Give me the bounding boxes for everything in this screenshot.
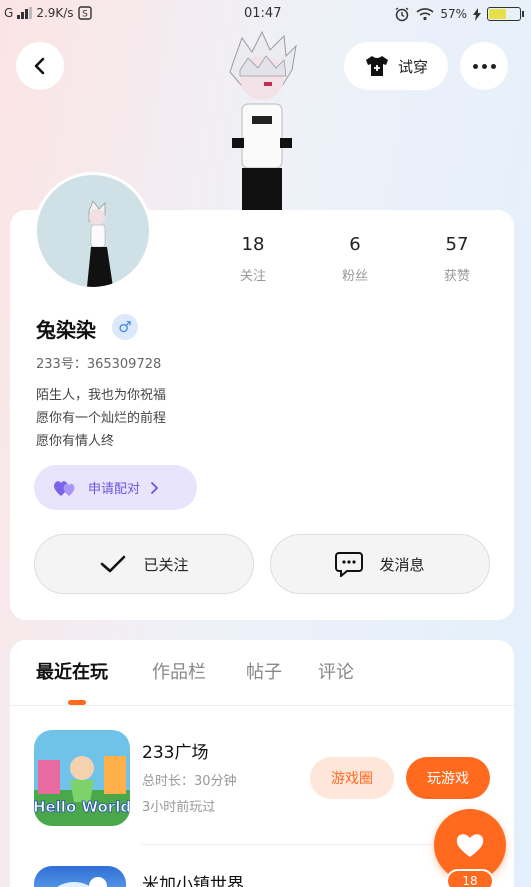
stat-following-value: 18 — [241, 234, 265, 255]
try-on-label: 试穿 — [397, 57, 428, 76]
apply-pair-label: 申请配对 — [88, 482, 141, 497]
game-title: 233广场 — [142, 743, 209, 763]
tab-posts[interactable]: 帖子 — [246, 658, 282, 684]
chat-bubble-icon — [335, 552, 364, 577]
tshirt-icon — [365, 56, 388, 76]
game-icon[interactable] — [34, 866, 126, 887]
miga-world-game-art — [57, 877, 107, 887]
battery-fill — [489, 9, 506, 19]
tab-works[interactable]: 作品栏 — [152, 658, 206, 684]
play-game-button[interactable]: 玩游戏 — [406, 757, 490, 799]
character-avatar-full — [229, 30, 297, 212]
hello-world-game-art: Hello World — [34, 730, 130, 826]
message-label: 发消息 — [379, 555, 425, 574]
carrier-label: G — [4, 6, 14, 20]
game-icon-text: Hello World — [34, 798, 130, 816]
game-title: 米加小镇世界 — [142, 875, 244, 887]
more-button[interactable] — [460, 42, 508, 90]
stat-likes-label: 获赞 — [443, 269, 470, 284]
tab-divider — [10, 705, 514, 706]
signal-icon — [17, 7, 33, 19]
bio-line: 愿你有一个灿烂的前程 — [36, 411, 167, 426]
charging-icon — [473, 7, 481, 21]
net-speed: 2.9K/s — [36, 6, 74, 20]
game-duration: 总时长：30分钟 — [142, 774, 237, 789]
battery-percent: 57% — [440, 7, 467, 21]
more-dots-icon — [472, 63, 496, 69]
stat-followers[interactable]: 6 粉丝 — [325, 234, 385, 284]
user-id: 233号：365309728 — [36, 357, 162, 372]
tab-comments[interactable]: 评论 — [318, 658, 354, 684]
bio-line: 愿你有情人终 — [36, 434, 115, 449]
status-bar: G 2.9K/s S 01:47 57% — [0, 0, 531, 30]
game-icon[interactable]: Hello World — [34, 730, 130, 826]
follow-button[interactable]: 已关注 — [34, 534, 254, 594]
battery-icon — [487, 7, 524, 21]
gender-male-icon: ♂ — [112, 314, 138, 340]
message-button[interactable]: 发消息 — [270, 534, 490, 594]
game-circle-button[interactable]: 游戏圈 — [310, 757, 394, 799]
chevron-right-icon — [151, 481, 159, 494]
stat-following[interactable]: 18 关注 — [223, 234, 283, 284]
avatar-character-image — [87, 200, 113, 287]
game-last-played: 3小时前玩过 — [142, 800, 216, 815]
stat-likes-value: 57 — [445, 234, 469, 255]
status-right: 57% — [394, 6, 524, 22]
bio: 陌生人，我也为你祝福 愿你有一个灿烂的前程 愿你有情人终 — [36, 384, 166, 453]
like-count-badge: 18 — [446, 869, 494, 887]
svg-text:S: S — [82, 10, 88, 20]
alarm-icon — [395, 7, 409, 22]
nfc-icon: S — [77, 6, 92, 20]
stat-likes[interactable]: 57 获赞 — [427, 234, 487, 284]
avatar[interactable] — [34, 172, 152, 290]
chevron-left-icon — [34, 57, 45, 75]
heart-icon — [456, 834, 484, 857]
bio-line: 陌生人，我也为你祝福 — [36, 388, 167, 403]
stat-followers-value: 6 — [349, 234, 361, 255]
username: 兔染染 — [36, 318, 96, 342]
stat-followers-label: 粉丝 — [341, 269, 368, 284]
back-button[interactable] — [16, 42, 64, 90]
check-icon — [101, 555, 126, 573]
wifi-icon — [416, 8, 434, 21]
follow-label: 已关注 — [143, 555, 189, 574]
tab-recent-playing[interactable]: 最近在玩 — [36, 658, 108, 684]
apply-pair-button[interactable]: 申请配对 — [34, 465, 197, 510]
try-on-button[interactable]: 试穿 — [344, 42, 448, 90]
clock: 01:47 — [244, 6, 282, 21]
stat-following-label: 关注 — [239, 269, 266, 284]
double-heart-icon — [54, 480, 75, 496]
status-left: G 2.9K/s S — [4, 6, 92, 20]
